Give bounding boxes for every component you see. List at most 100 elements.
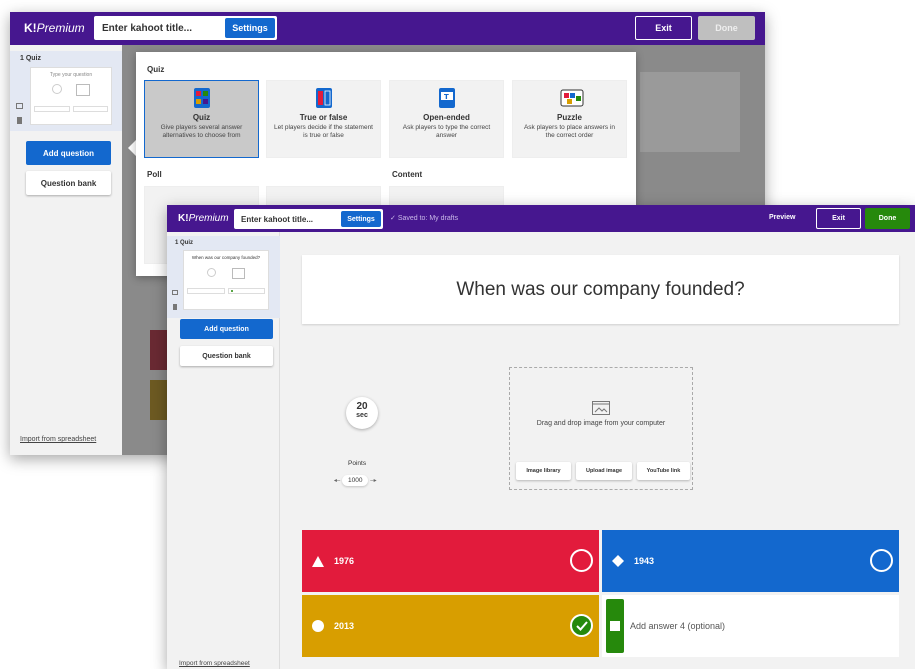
front-window: K!Premium Enter kahoot title... Settings…	[167, 205, 915, 669]
type-name: True or false	[299, 113, 348, 122]
question-bank-button[interactable]: Question bank	[26, 171, 111, 195]
thumb-placeholder: Type your question	[49, 72, 93, 78]
type-desc: Ask players to type the correct answer	[402, 124, 491, 140]
settings-button[interactable]: Settings	[341, 211, 381, 227]
top-bar: K!Premium Enter kahoot title... Settings…	[167, 205, 915, 232]
import-spreadsheet-link[interactable]: Import from spreadsheet	[179, 660, 250, 667]
answer-4-placeholder: Add answer 4 (optional)	[630, 621, 726, 631]
points-control: ◂– 1000 –▸	[332, 473, 394, 487]
timer-icon	[207, 268, 216, 277]
slide-thumbnail[interactable]: Type your question	[30, 67, 112, 125]
correct-check-icon[interactable]	[570, 614, 593, 637]
delete-icon[interactable]	[17, 117, 22, 124]
title-placeholder: Enter kahoot title...	[241, 214, 314, 224]
open-ended-type-icon: T	[436, 87, 458, 109]
answer-3[interactable]: 2013	[302, 595, 599, 657]
check-icon: ✓	[390, 215, 398, 222]
popup-pointer	[128, 140, 136, 156]
sidebar: 1 Quiz Type your question Add question Q…	[10, 45, 122, 455]
done-button[interactable]: Done	[865, 208, 910, 229]
quiz-type-icon	[191, 87, 213, 109]
done-button[interactable]: Done	[698, 16, 755, 40]
circle-icon	[312, 620, 324, 632]
dropzone-text: Drag and drop image from your computer	[536, 420, 666, 427]
question-input[interactable]: When was our company founded?	[302, 255, 899, 324]
import-spreadsheet-link[interactable]: Import from spreadsheet	[20, 436, 96, 443]
slide-thumbnail[interactable]: When was our company founded?	[183, 250, 269, 310]
image-dropzone[interactable]: Drag and drop image from your computer I…	[509, 367, 693, 490]
diamond-icon	[612, 555, 624, 567]
add-question-button[interactable]: Add question	[180, 319, 273, 339]
puzzle-type-icon	[559, 87, 583, 109]
type-card-quiz[interactable]: Quiz Give players several answer alterna…	[144, 80, 259, 158]
youtube-link-button[interactable]: YouTube link	[637, 462, 690, 480]
square-icon	[610, 621, 620, 631]
delete-icon[interactable]	[173, 304, 177, 310]
true-false-type-icon	[313, 87, 335, 109]
triangle-icon	[312, 555, 324, 567]
type-card-true-false[interactable]: True or false Let players decide if the …	[266, 80, 381, 158]
title-input[interactable]: Enter kahoot title... Settings	[234, 209, 383, 229]
type-card-open-ended[interactable]: T Open-ended Ask players to type the cor…	[389, 80, 504, 158]
thumb-content	[184, 268, 268, 279]
timer-unit: sec	[356, 412, 368, 419]
editor-main: When was our company founded? 20 sec Poi…	[281, 232, 915, 669]
exit-button[interactable]: Exit	[635, 16, 692, 40]
answer-4[interactable]: Add answer 4 (optional)	[602, 595, 899, 657]
points-value[interactable]: 1000	[342, 474, 369, 486]
image-icon	[232, 268, 245, 279]
time-limit-button[interactable]: 20 sec	[346, 397, 378, 429]
kahoot-logo[interactable]: K!Premium	[178, 213, 229, 224]
quiz-section-title: Quiz	[147, 65, 165, 74]
type-desc: Give players several answer alternatives…	[160, 124, 243, 140]
top-bar: K!Premium Enter kahoot title... Settings…	[10, 12, 765, 45]
mark-correct-toggle[interactable]	[570, 549, 593, 572]
answer-4-color-bar	[606, 599, 624, 653]
answer-1[interactable]: 1976	[302, 530, 599, 592]
answer-text: 2013	[334, 621, 355, 631]
type-card-puzzle[interactable]: Puzzle Ask players to place answers in t…	[512, 80, 627, 158]
image-source-buttons: Image library Upload image YouTube link	[516, 462, 690, 480]
exit-button[interactable]: Exit	[816, 208, 861, 229]
upload-image-button[interactable]: Upload image	[576, 462, 632, 480]
duplicate-icon[interactable]	[16, 103, 23, 109]
thumb-answers	[34, 106, 108, 112]
type-desc: Ask players to place answers in the corr…	[523, 124, 616, 140]
type-name: Puzzle	[557, 113, 582, 122]
slide-label: 1 Quiz	[175, 240, 194, 246]
question-bank-button[interactable]: Question bank	[180, 346, 273, 366]
image-icon	[76, 84, 90, 96]
image-library-button[interactable]: Image library	[516, 462, 571, 480]
poll-section-title: Poll	[147, 170, 162, 179]
duplicate-icon[interactable]	[172, 290, 178, 295]
decrease-points-icon[interactable]: ◂–	[332, 477, 342, 484]
title-input[interactable]: Enter kahoot title... Settings	[94, 16, 277, 40]
svg-text:T: T	[444, 93, 449, 101]
type-name: Open-ended	[423, 113, 470, 122]
image-placeholder-icon	[592, 401, 610, 415]
increase-points-icon[interactable]: –▸	[368, 477, 378, 484]
type-desc: Let players decide if the statement is t…	[273, 124, 373, 140]
thumb-question: When was our company founded?	[191, 255, 261, 260]
answer-text: 1943	[634, 556, 655, 566]
question-slide[interactable]: 1 Quiz Type your question	[10, 51, 122, 131]
slide-label: 1 Quiz	[20, 55, 42, 62]
thumb-answers	[187, 288, 265, 294]
type-name: Quiz	[192, 113, 211, 122]
title-placeholder: Enter kahoot title...	[102, 22, 193, 34]
timer-icon	[52, 84, 62, 94]
points-label: Points	[348, 460, 367, 467]
bg-card	[640, 72, 740, 152]
answer-2[interactable]: 1943	[602, 530, 899, 592]
mark-correct-toggle[interactable]	[870, 549, 893, 572]
settings-button[interactable]: Settings	[225, 18, 275, 38]
content-section-title: Content	[392, 170, 423, 179]
kahoot-logo[interactable]: K!Premium	[24, 21, 85, 35]
sidebar: 1 Quiz When was our company founded? Add…	[167, 232, 280, 669]
saved-status: ✓ Saved to: My drafts	[390, 215, 459, 222]
thumb-content	[31, 84, 111, 96]
add-question-button[interactable]: Add question	[26, 141, 111, 165]
question-slide[interactable]: 1 Quiz When was our company founded?	[167, 236, 280, 318]
preview-button[interactable]: Preview	[769, 214, 795, 221]
timer-value: 20	[356, 401, 368, 412]
